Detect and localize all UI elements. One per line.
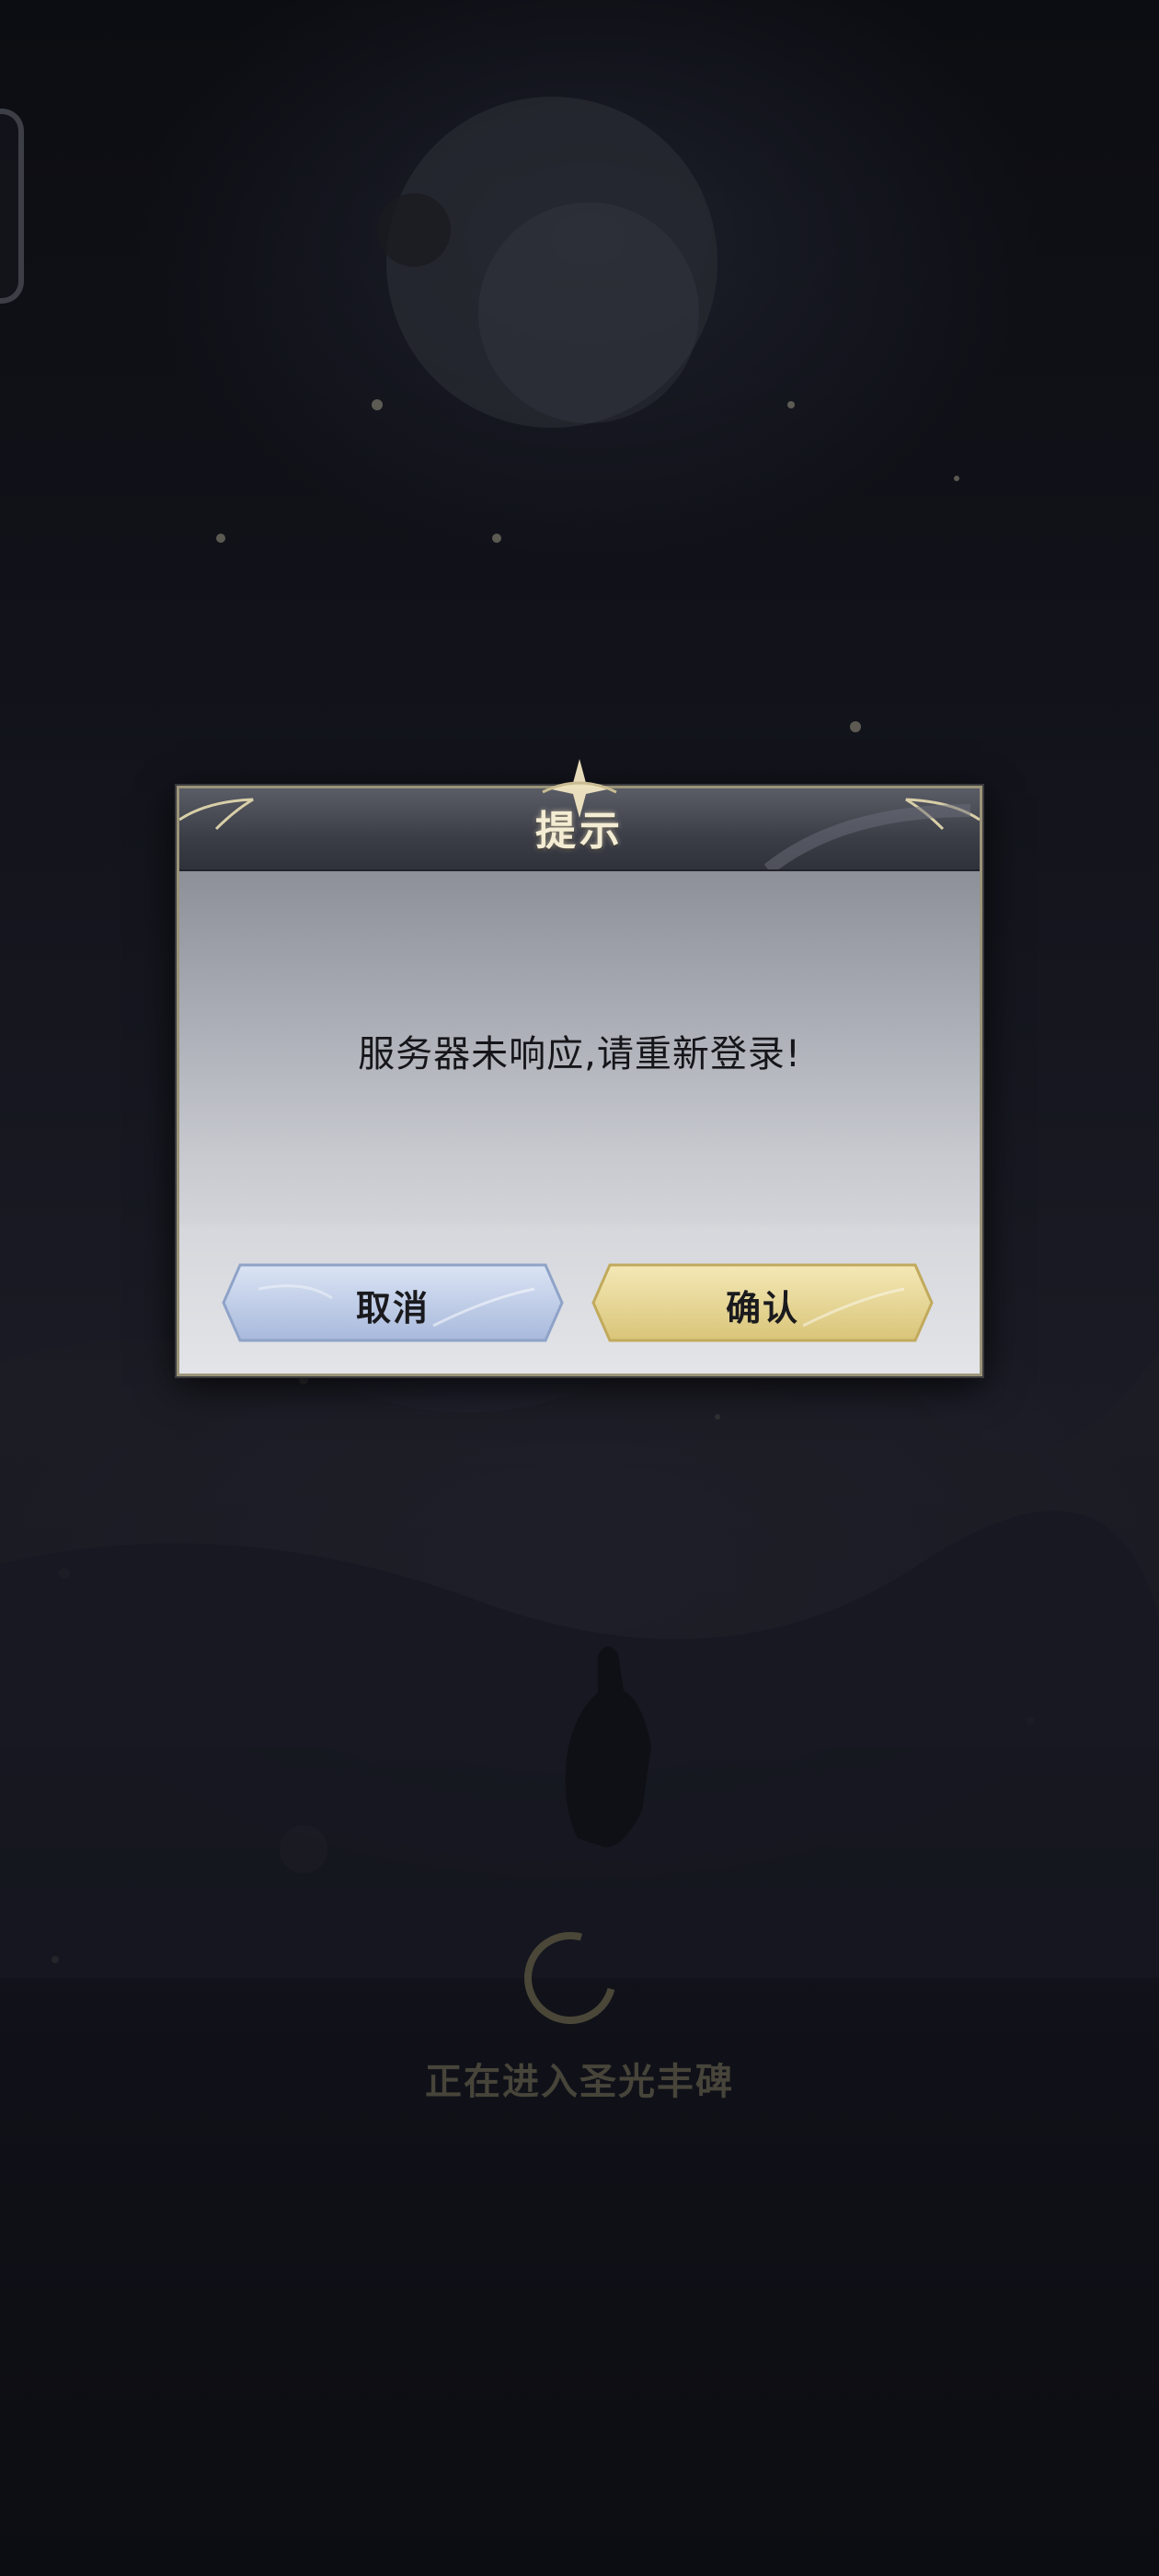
dialog-footer: 取消 确认 (179, 1225, 980, 1374)
side-tab-handle[interactable] (0, 109, 24, 304)
cancel-button-label: 取消 (355, 1288, 430, 1328)
loading-spinner-icon (507, 1915, 634, 2041)
loading-indicator: 正在进入圣光丰碑 (0, 1915, 1159, 2116)
confirm-button-label: 确认 (725, 1288, 799, 1328)
dialog-header: 提示 (179, 759, 980, 871)
dialog-title: 提示 (535, 808, 624, 855)
confirm-button[interactable]: 确认 (591, 1261, 934, 1344)
loading-text: 正在进入圣光丰碑 (425, 2061, 734, 2103)
server-error-dialog: 提示 服务器未响应,请重新登录! 取消 确认 (177, 759, 982, 1376)
dialog-body: 服务器未响应,请重新登录! (179, 871, 980, 1225)
dialog-message: 服务器未响应,请重新登录! (358, 1033, 801, 1075)
game-screen: 提示 服务器未响应,请重新登录! 取消 确认 正在进入圣光丰碑 (0, 0, 1159, 2576)
cancel-button[interactable]: 取消 (222, 1261, 564, 1344)
